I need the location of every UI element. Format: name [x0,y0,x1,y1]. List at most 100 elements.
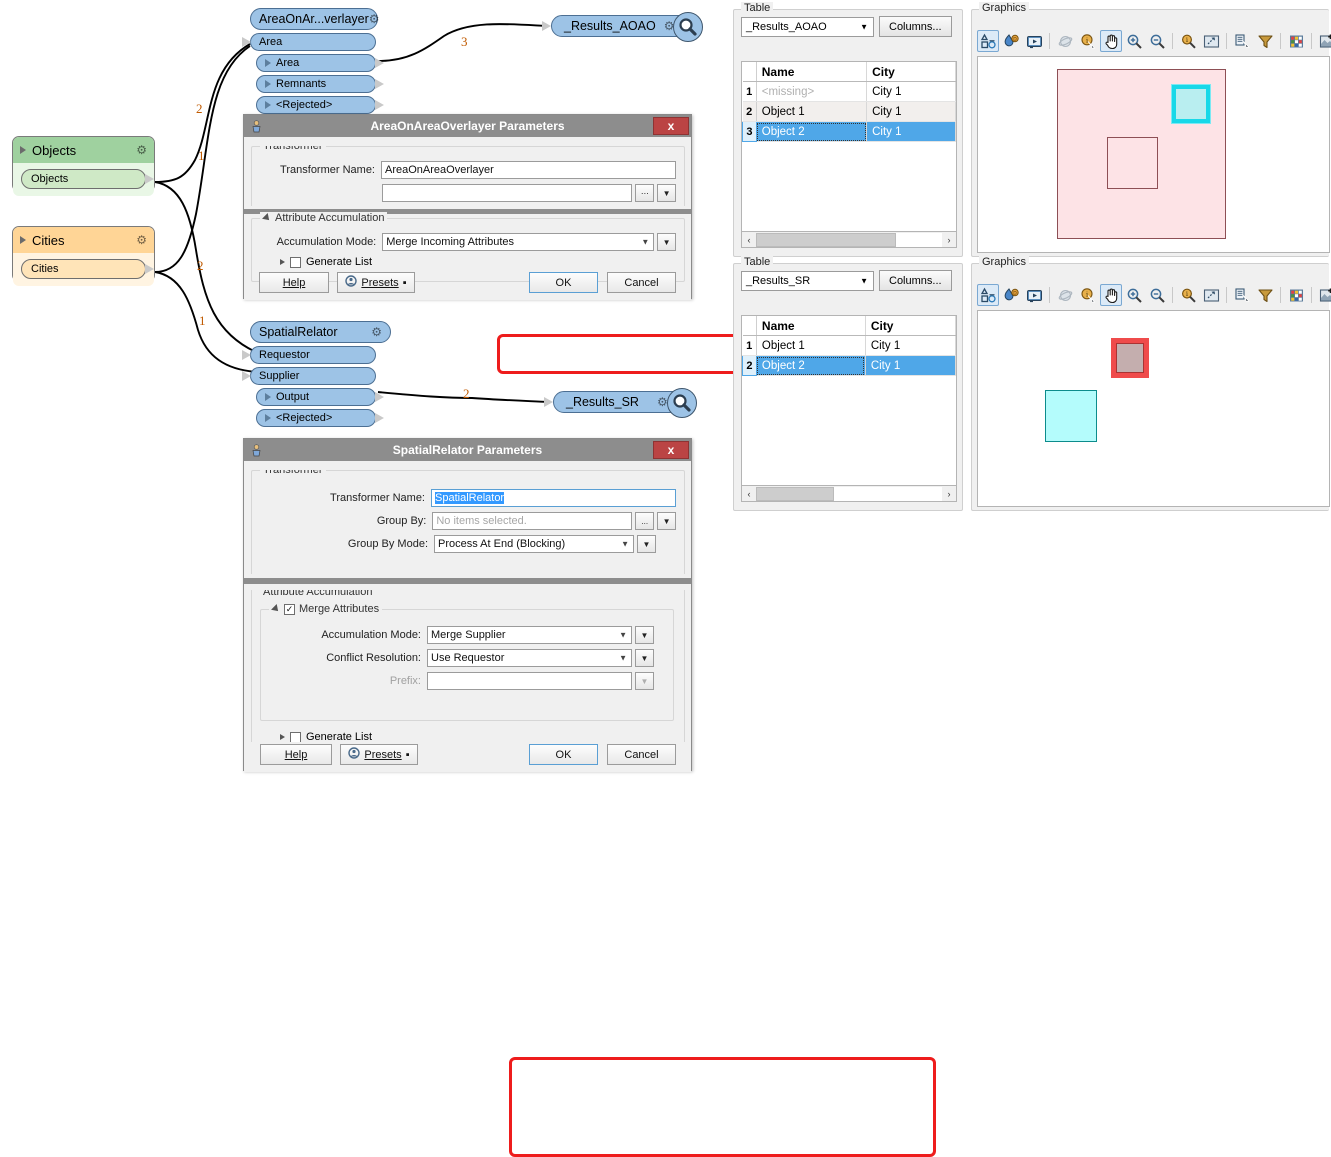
transformer-aoao-output-rejected[interactable]: <Rejected> [256,96,384,114]
zoom-in-icon[interactable] [1123,284,1145,306]
presets-button[interactable]: Presets ▪ [340,744,418,765]
cell-city[interactable]: City 1 [866,81,956,102]
inner-outline-polygon[interactable] [1107,137,1158,189]
table-hscrollbar-bottom[interactable]: ‹ › [741,486,957,502]
add-background-icon[interactable] [1316,284,1331,306]
cell-city[interactable]: City 1 [866,121,956,142]
identify-cursor-icon[interactable]: i [1077,30,1099,52]
cell-name[interactable]: <missing> [756,81,868,102]
group-by-mode-dropdown-button[interactable]: ▼ [637,535,656,553]
zoom-to-info-icon[interactable]: i [1177,30,1199,52]
orbit-icon[interactable] [1054,30,1076,52]
generate-list-checkbox[interactable] [290,256,301,268]
collapse-triangle-icon[interactable] [271,604,281,614]
scroll-track[interactable] [756,486,942,501]
dialog-sr-titlebar[interactable]: SpatialRelator Parameters x [244,439,691,461]
select-features-icon[interactable] [1231,30,1253,52]
collapse-triangle-icon[interactable] [262,213,272,223]
dialog-sr-splitter[interactable] [244,578,691,584]
group-label-attribute-accumulation[interactable]: Attribute Accumulation [260,212,388,224]
scroll-track[interactable] [756,232,942,247]
transformer-sr-input-requestor[interactable]: Requestor [242,346,376,364]
reader-objects[interactable]: Objects ⚙ Objects [12,136,155,196]
pan-tool-icon[interactable] [1100,284,1122,306]
filter-icon[interactable] [1254,284,1276,306]
cell-name[interactable]: Object 2 [756,121,868,142]
transformer-aoao-output-area[interactable]: Area [256,54,384,72]
cancel-button[interactable]: Cancel [607,272,676,293]
reader-objects-header[interactable]: Objects ⚙ [13,137,154,163]
zoom-out-icon[interactable] [1146,30,1168,52]
disclosure-triangle-icon[interactable] [20,146,26,154]
dialog-areaonareaoverlayer-parameters[interactable]: AreaOnAreaOverlayer Parameters x Transfo… [243,114,937,374]
dialog-aoao-titlebar[interactable]: AreaOnAreaOverlayer Parameters x [244,115,691,137]
conflict-resolution-select[interactable]: Use Requestor ▼ [427,649,632,667]
pan-tool-icon[interactable] [1100,30,1122,52]
accumulation-mode-select[interactable]: Merge Incoming Attributes ▼ [382,233,655,251]
gear-icon[interactable]: ⚙ [136,234,147,246]
group-by-input[interactable]: No items selected. [432,512,633,530]
close-icon[interactable]: x [653,117,689,135]
column-header-city[interactable]: City [866,62,956,82]
ok-button[interactable]: OK [529,744,598,765]
columns-button-bottom[interactable]: Columns... [879,270,952,291]
ellipsis-button[interactable]: ⋯ [635,184,655,202]
secondary-field-input[interactable] [382,184,633,202]
column-header-name[interactable]: Name [756,316,866,336]
zoom-to-selection-icon[interactable] [1200,284,1222,306]
reader-cities-port[interactable]: Cities [21,259,154,279]
red-selected-square[interactable] [1111,338,1149,378]
close-icon[interactable]: x [653,441,689,459]
animation-icon[interactable] [1023,284,1045,306]
transformer-areaonareaoverlayer[interactable]: AreaOnAr...verlayer ⚙ Area Area Remnants… [242,8,384,114]
conflict-resolution-dropdown-button[interactable]: ▼ [635,649,654,667]
transformer-sr-output-output[interactable]: Output [256,388,384,406]
disclosure-triangle-icon[interactable] [20,236,26,244]
scroll-left-icon[interactable]: ‹ [742,233,756,247]
cell-city[interactable]: City 1 [865,335,956,356]
column-header-name[interactable]: Name [756,62,868,82]
accumulation-mode-select[interactable]: Merge Supplier ▼ [427,626,632,644]
dropdown-button[interactable]: ▼ [657,184,677,202]
zoom-in-icon[interactable] [1123,30,1145,52]
columns-button-top[interactable]: Columns... [879,16,952,37]
orbit-icon[interactable] [1054,284,1076,306]
disclosure-triangle-icon[interactable] [280,259,285,265]
gear-icon[interactable]: ⚙ [369,13,380,25]
reader-cities-header[interactable]: Cities ⚙ [13,227,154,253]
transformer-aoao-title[interactable]: AreaOnAr...verlayer ⚙ [250,8,380,30]
group-by-mode-select[interactable]: Process At End (Blocking) ▼ [434,535,634,553]
graphics-canvas-top[interactable] [977,56,1330,253]
transformer-sr-title[interactable]: SpatialRelator ⚙ [250,321,391,343]
inspector-results-aoao[interactable]: _Results_AOAO ⚙ [542,12,704,42]
cell-name[interactable]: Object 2 [756,355,866,376]
reader-cities[interactable]: Cities ⚙ Cities [12,226,155,286]
magnifier-icon[interactable] [666,388,697,418]
scroll-right-icon[interactable]: › [942,487,956,501]
presets-button[interactable]: Presets ▪ [337,272,415,293]
transformer-sr-output-rejected[interactable]: <Rejected> [256,409,384,427]
help-button[interactable]: Help [260,744,332,765]
transformer-name-input[interactable]: AreaOnAreaOverlayer [381,161,676,179]
prefix-dropdown-button[interactable]: ▼ [635,672,654,690]
transformer-aoao-output-remnants[interactable]: Remnants [256,75,384,93]
table-row-selected[interactable]: 3 Object 2 City 1 [742,121,956,142]
inspector-results-sr[interactable]: _Results_SR ⚙ [544,388,697,418]
identify-cursor-icon[interactable]: i [1077,284,1099,306]
transformer-sr-input-supplier[interactable]: Supplier [242,367,376,385]
ok-button[interactable]: OK [529,272,598,293]
table-row[interactable]: 1 <missing> City 1 [742,81,956,102]
disclosure-triangle-icon[interactable] [280,734,285,740]
scroll-thumb[interactable] [756,232,896,247]
cell-city[interactable]: City 1 [865,355,956,376]
add-background-icon[interactable] [1316,30,1331,52]
results-table-top[interactable]: Name City 1 <missing> City 1 2 Object 1 … [741,61,957,232]
merge-attributes-checkbox[interactable]: ✓ [284,603,295,615]
color-palette-icon[interactable] [1285,30,1307,52]
gear-icon[interactable]: ⚙ [371,326,382,338]
scroll-left-icon[interactable]: ‹ [742,487,756,501]
display-control-icon[interactable]: D [1000,284,1022,306]
cyan-selected-square[interactable] [1172,85,1210,123]
table-row[interactable]: 2 Object 1 City 1 [742,101,956,122]
table-row[interactable]: 1 Object 1 City 1 [742,335,956,356]
